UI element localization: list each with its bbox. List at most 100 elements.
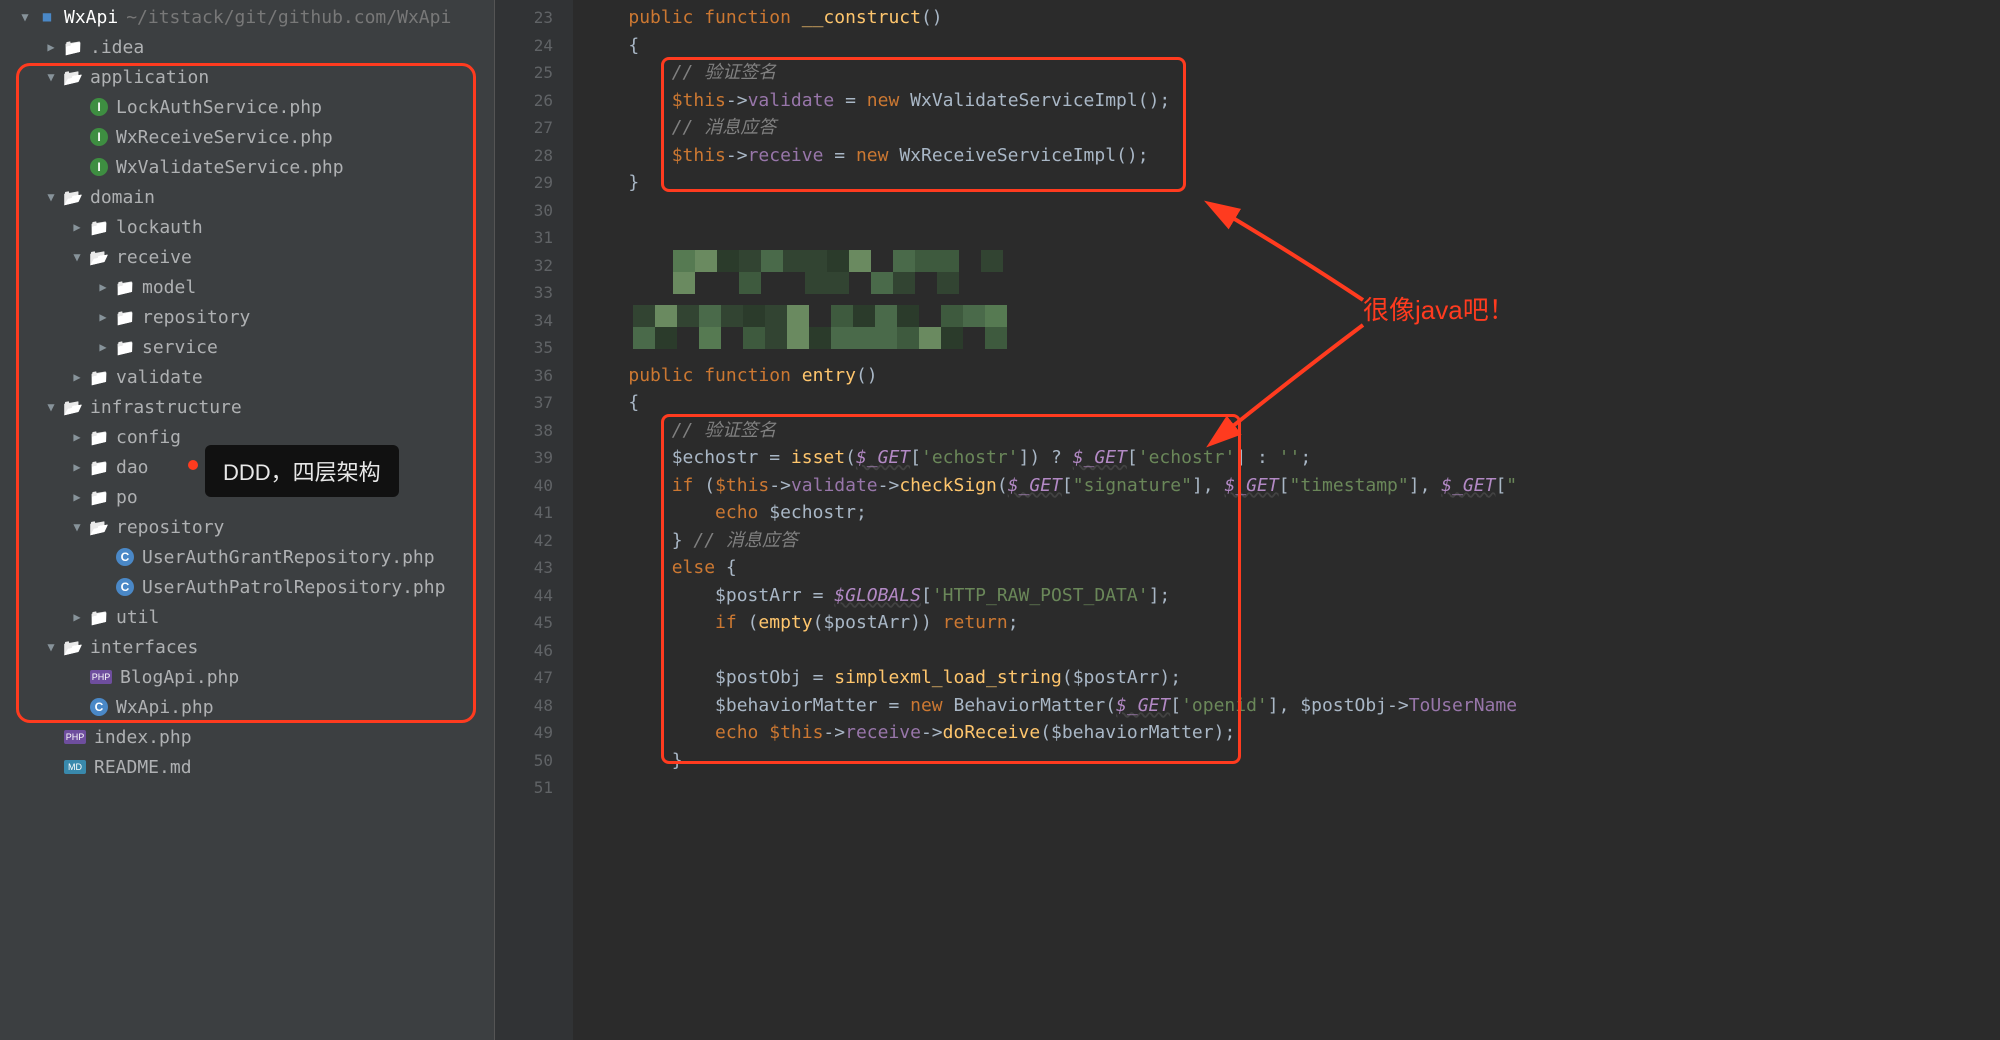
folder-icon <box>64 38 82 56</box>
tree-item-wxreceiveservice-php[interactable]: IWxReceiveService.php <box>0 122 494 152</box>
chevron-icon[interactable]: ▼ <box>18 10 32 24</box>
chevron-icon[interactable]: ▶ <box>70 460 84 474</box>
annotation-arrow-down <box>1213 320 1373 445</box>
code-line: $postObj = simplexml_load_string($postAr… <box>585 664 2000 692</box>
tree-item-userauthgrantrepository-php[interactable]: C UserAuthGrantRepository.php <box>0 542 494 572</box>
line-number: 47 <box>495 664 573 692</box>
tree-item-repository[interactable]: ▶repository <box>0 302 494 332</box>
tree-item-service[interactable]: ▶service <box>0 332 494 362</box>
tree-item-wxapi[interactable]: ▼WxApi~/itstack/git/github.com/WxApi <box>0 2 494 32</box>
chevron-icon[interactable]: ▼ <box>70 250 84 264</box>
line-number: 40 <box>495 472 573 500</box>
chevron-icon[interactable]: ▶ <box>70 430 84 444</box>
annotation-tooltip: DDD，四层架构 <box>205 445 399 497</box>
code-area[interactable]: public function __construct() { // 验证签名 … <box>573 0 2000 1040</box>
annotation-text: 很像java吧！ <box>1363 290 1515 327</box>
tree-item-domain[interactable]: ▼ domain <box>0 182 494 212</box>
redaction-pixels <box>673 250 1023 280</box>
line-number: 45 <box>495 609 573 637</box>
tree-item-wxapi-php[interactable]: CWxApi.php <box>0 692 494 722</box>
tree-item-label: WxApi.php <box>116 697 214 718</box>
chevron-icon[interactable] <box>44 730 58 744</box>
line-number: 42 <box>495 527 573 555</box>
chevron-icon[interactable]: ▶ <box>70 610 84 624</box>
folder-icon <box>90 458 108 476</box>
project-tree-panel: ▼WxApi~/itstack/git/github.com/WxApi▶.id… <box>0 0 495 1040</box>
chevron-icon[interactable] <box>70 700 84 714</box>
tree-item-label: util <box>116 607 159 628</box>
tree-item-label: UserAuthGrantRepository.php <box>142 547 435 568</box>
code-line: $echostr = isset($_GET['echostr']) ? $_G… <box>585 444 2000 472</box>
chevron-icon[interactable]: ▶ <box>96 280 110 294</box>
markdown-file-icon: MD <box>64 760 86 774</box>
chevron-icon[interactable]: ▶ <box>44 40 58 54</box>
folder-icon <box>116 308 134 326</box>
tree-item-infrastructure[interactable]: ▼infrastructure <box>0 392 494 422</box>
line-number: 34 <box>495 307 573 335</box>
chevron-icon[interactable]: ▶ <box>96 310 110 324</box>
line-number: 50 <box>495 747 573 775</box>
code-line: $postArr = $GLOBALS['HTTP_RAW_POST_DATA'… <box>585 582 2000 610</box>
tree-item-label: BlogApi.php <box>120 667 239 688</box>
chevron-icon[interactable] <box>96 580 110 594</box>
tree-item--idea[interactable]: ▶.idea <box>0 32 494 62</box>
tree-item-model[interactable]: ▶model <box>0 272 494 302</box>
line-number: 30 <box>495 197 573 225</box>
line-number: 41 <box>495 499 573 527</box>
tree-item-lockauthservice-php[interactable]: ILockAuthService.php <box>0 92 494 122</box>
tree-item-label: UserAuthPatrolRepository.php <box>142 577 445 598</box>
line-number-gutter: 2324252627282930313233343536373839404142… <box>495 0 573 1040</box>
line-number: 26 <box>495 87 573 115</box>
chevron-icon[interactable]: ▶ <box>70 220 84 234</box>
folder-icon <box>90 608 108 626</box>
tree-item-userauthpatrolrepository-php[interactable]: CUserAuthPatrolRepository.php <box>0 572 494 602</box>
chevron-icon[interactable]: ▼ <box>44 190 58 204</box>
chevron-icon[interactable]: ▼ <box>44 640 58 654</box>
code-line: // 消息应答 <box>585 114 2000 142</box>
tree-item-label: interfaces <box>90 637 198 658</box>
folder-icon <box>64 398 82 416</box>
code-line: echo $echostr; <box>585 499 2000 527</box>
tree-item-repository[interactable]: ▼ repository <box>0 512 494 542</box>
tree-item-readme-md[interactable]: MDREADME.md <box>0 752 494 782</box>
chevron-icon[interactable]: ▼ <box>44 400 58 414</box>
tree-item-application[interactable]: ▼application <box>0 62 494 92</box>
line-number: 43 <box>495 554 573 582</box>
tree-item-interfaces[interactable]: ▼ interfaces <box>0 632 494 662</box>
chevron-icon[interactable] <box>44 760 58 774</box>
chevron-icon[interactable] <box>70 100 84 114</box>
code-line: public function __construct() <box>585 4 2000 32</box>
tree-item-validate[interactable]: ▶ validate <box>0 362 494 392</box>
chevron-icon[interactable]: ▶ <box>96 340 110 354</box>
php-file-icon: PHP <box>64 730 86 744</box>
line-number: 44 <box>495 582 573 610</box>
line-number: 35 <box>495 334 573 362</box>
class-icon: C <box>116 548 134 566</box>
code-line: } // 消息应答 <box>585 527 2000 555</box>
tree-item-index-php[interactable]: PHPindex.php <box>0 722 494 752</box>
chevron-icon[interactable] <box>70 160 84 174</box>
folder-icon <box>90 218 108 236</box>
chevron-icon[interactable] <box>96 550 110 564</box>
code-editor[interactable]: 2324252627282930313233343536373839404142… <box>495 0 2000 1040</box>
chevron-icon[interactable]: ▶ <box>70 490 84 504</box>
php-file-icon: PHP <box>90 670 112 684</box>
chevron-icon[interactable] <box>70 130 84 144</box>
tree-item-receive[interactable]: ▼receive <box>0 242 494 272</box>
chevron-icon[interactable]: ▼ <box>70 520 84 534</box>
tree-item-lockauth[interactable]: ▶ lockauth <box>0 212 494 242</box>
chevron-icon[interactable] <box>70 670 84 684</box>
interface-icon: I <box>90 98 108 116</box>
tree-item-label: lockauth <box>116 217 203 238</box>
line-number: 39 <box>495 444 573 472</box>
tree-item-label: validate <box>116 367 203 388</box>
tree-item-util[interactable]: ▶ util <box>0 602 494 632</box>
folder-icon <box>64 638 82 656</box>
module-icon <box>38 8 56 26</box>
chevron-icon[interactable]: ▶ <box>70 370 84 384</box>
tree-item-wxvalidateservice-php[interactable]: IWxValidateService.php <box>0 152 494 182</box>
tree-item-blogapi-php[interactable]: PHP BlogApi.php <box>0 662 494 692</box>
tree-item-label: repository <box>116 517 224 538</box>
chevron-icon[interactable]: ▼ <box>44 70 58 84</box>
tree-item-label: domain <box>90 187 155 208</box>
